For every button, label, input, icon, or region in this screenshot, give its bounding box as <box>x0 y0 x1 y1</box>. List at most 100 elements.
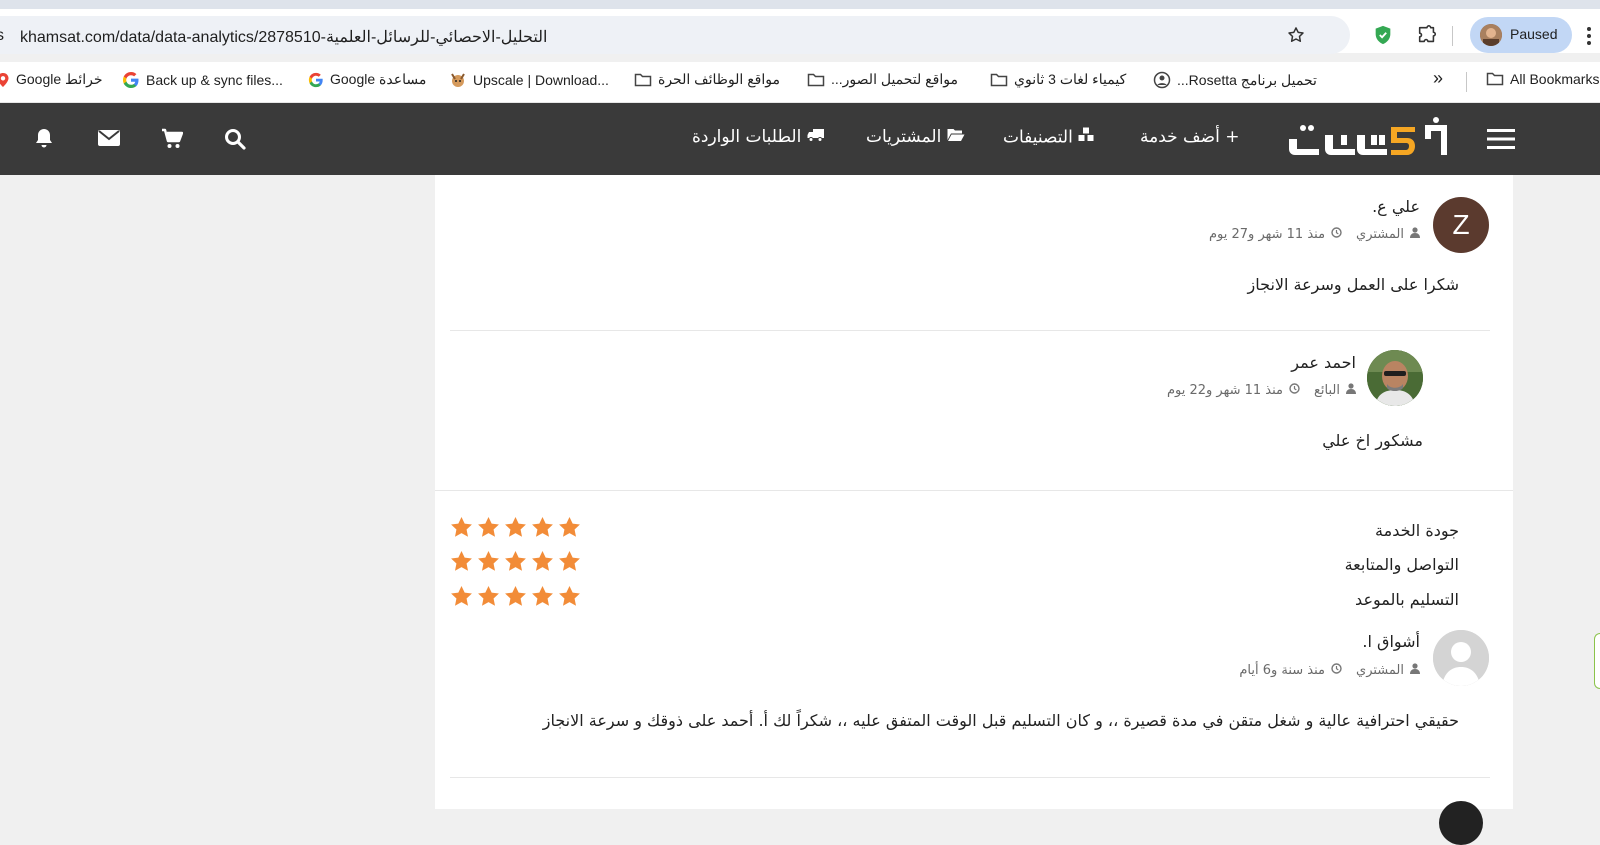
bookmark-google-maps[interactable]: خرائط Google <box>0 71 103 88</box>
bookmark-rosetta[interactable]: تحميل برنامج Rosetta... <box>1153 71 1317 89</box>
review-meta: المشتري منذ سنة و6 أيام <box>1239 663 1420 678</box>
bookmark-folder-chemistry[interactable]: كيمياء لغات 3 ثانوي <box>990 71 1126 88</box>
star-icon <box>478 585 499 606</box>
more-bookmarks-chevron[interactable]: » <box>1433 68 1443 89</box>
rating-label-quality: جودة الخدمة <box>1375 521 1459 540</box>
folder-icon <box>634 73 652 86</box>
all-bookmarks-button[interactable]: All Bookmarks <box>1486 71 1599 87</box>
review-divider <box>435 490 1513 491</box>
avatar[interactable] <box>1433 630 1489 686</box>
bookmark-label: Back up & sync files... <box>146 72 283 88</box>
rating-stars-communication <box>450 550 581 572</box>
star-icon <box>478 550 499 571</box>
user-icon <box>1410 227 1420 242</box>
review-time: منذ 11 شهر و27 يوم <box>1208 227 1326 242</box>
nav-label: المشتريات <box>866 127 942 147</box>
browser-menu-icon[interactable] <box>1586 26 1592 50</box>
user-icon <box>1346 383 1356 398</box>
star-icon <box>532 550 553 571</box>
bookmark-label: كيمياء لغات 3 ثانوي <box>1014 71 1127 87</box>
bookmark-backup-sync[interactable]: Back up & sync files... <box>122 71 283 89</box>
avatar[interactable] <box>1367 350 1423 406</box>
side-feedback-tab[interactable] <box>1594 633 1600 689</box>
site-navbar: الطلبات الواردة المشتريات التصنيفات + أض… <box>0 103 1600 175</box>
avatar-letter: Z <box>1452 209 1470 240</box>
rating-stars-delivery <box>450 585 581 607</box>
star-icon <box>532 585 553 606</box>
reviews-panel: Z علي ع. المشتري منذ 11 شهر و27 يوم شكرا… <box>435 175 1513 845</box>
maps-icon <box>0 72 9 87</box>
bookmark-label: All Bookmarks <box>1510 71 1600 87</box>
clock-icon <box>1331 663 1342 678</box>
profile-status-label: Paused <box>1510 26 1558 42</box>
bookmark-upscale[interactable]: Upscale | Download... <box>449 71 609 89</box>
url-text[interactable]: khamsat.com/data/data-analytics/2878510-… <box>20 27 548 47</box>
categories-icon <box>1078 127 1094 148</box>
folder-open-icon <box>947 127 965 147</box>
search-icon[interactable] <box>224 128 246 154</box>
review-time: منذ 11 شهر و22 يوم <box>1166 383 1283 398</box>
bookmark-star-icon[interactable] <box>1285 24 1307 46</box>
bell-icon[interactable] <box>34 127 54 153</box>
browser-top-strip <box>0 0 1600 9</box>
star-icon <box>478 516 499 537</box>
star-icon <box>559 585 580 606</box>
truck-icon <box>807 127 825 147</box>
review-divider <box>450 777 1490 778</box>
rating-stars-quality <box>450 516 581 538</box>
google-icon <box>123 72 139 88</box>
avatar[interactable] <box>1439 801 1483 845</box>
rating-label-delivery: التسليم بالموعد <box>1355 590 1459 609</box>
shield-extension-icon[interactable] <box>1372 24 1394 46</box>
envelope-icon[interactable] <box>97 129 121 151</box>
nav-label: + أضف خدمة <box>1140 127 1240 147</box>
bookmark-label: Upscale | Download... <box>473 72 609 88</box>
star-icon <box>451 550 472 571</box>
bookmark-google-help[interactable]: مساعدة Google <box>308 71 426 88</box>
bookmark-label: مواقع لتحميل الصور... <box>831 71 958 87</box>
folder-icon <box>807 73 825 86</box>
rosetta-icon <box>1153 71 1171 89</box>
rating-label-communication: التواصل والمتابعة <box>1344 555 1459 574</box>
profile-button[interactable]: Paused <box>1470 17 1572 53</box>
star-icon <box>451 516 472 537</box>
reviewer-name[interactable]: علي ع. <box>1372 197 1420 216</box>
bookmark-folder-images[interactable]: مواقع لتحميل الصور... <box>807 71 958 88</box>
nav-label: الطلبات الواردة <box>692 127 802 147</box>
review-text: شكرا على العمل وسرعة الانجاز <box>1247 275 1459 294</box>
avatar[interactable]: Z <box>1433 197 1489 253</box>
upscale-icon <box>451 73 465 87</box>
bookmark-label: مساعدة Google <box>330 71 427 87</box>
toolbar-divider <box>1452 26 1453 46</box>
google-icon <box>308 72 323 87</box>
reviewer-role: المشتري <box>1356 663 1404 678</box>
reviewer-role: المشتري <box>1356 227 1404 242</box>
review-time: منذ سنة و6 أيام <box>1239 663 1326 678</box>
review-meta: البائع منذ 11 شهر و22 يوم <box>1167 383 1356 398</box>
review-text: مشكور اخ علي <box>1322 431 1423 450</box>
hamburger-menu-icon[interactable] <box>1487 128 1515 154</box>
star-icon <box>505 585 526 606</box>
profile-avatar <box>1480 24 1502 46</box>
extensions-puzzle-icon[interactable] <box>1416 24 1438 46</box>
review-meta: المشتري منذ 11 شهر و27 يوم <box>1209 227 1420 242</box>
reviewer-name[interactable]: احمد عمر <box>1291 353 1356 372</box>
nav-categories[interactable]: التصنيفات <box>1003 127 1094 148</box>
khamsat-logo[interactable] <box>1275 115 1455 163</box>
nav-label: التصنيفات <box>1003 127 1073 148</box>
bookmarks-bar: خرائط Google Back up & sync files... مسا… <box>0 62 1600 103</box>
folder-icon <box>990 73 1008 86</box>
review-divider <box>450 330 1490 331</box>
reviewer-role: البائع <box>1314 383 1340 398</box>
bookmark-folder-freelance[interactable]: مواقع الوظائف الحرة <box>634 71 780 88</box>
clock-icon <box>1289 383 1300 398</box>
bookmarks-divider <box>1466 72 1467 92</box>
nav-incoming-orders[interactable]: الطلبات الواردة <box>692 127 825 147</box>
reviewer-name[interactable]: أشواق ا. <box>1362 632 1420 651</box>
star-icon <box>505 550 526 571</box>
cart-icon[interactable] <box>161 128 184 153</box>
bookmark-label: مواقع الوظائف الحرة <box>658 71 780 87</box>
nav-purchases[interactable]: المشتريات <box>866 127 965 147</box>
clock-icon <box>1331 227 1342 242</box>
nav-add-service[interactable]: + أضف خدمة <box>1140 127 1239 147</box>
